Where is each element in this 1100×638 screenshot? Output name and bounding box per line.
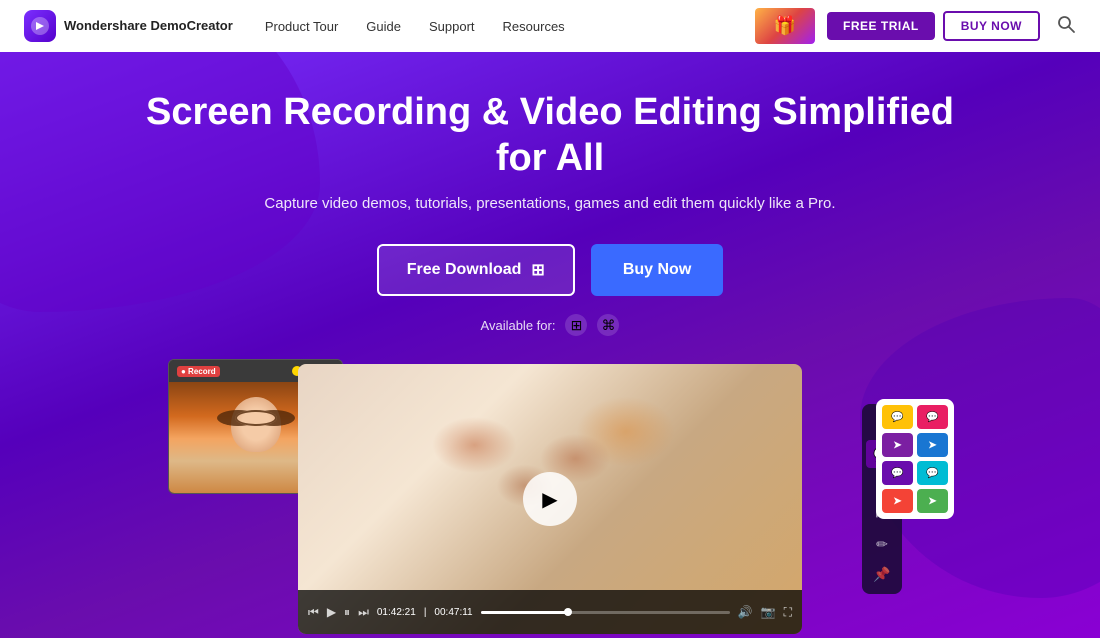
fullscreen-icon[interactable]: ⛶ — [784, 605, 792, 620]
video-progress-fill — [481, 611, 568, 614]
video-time-current: 01:42:21 — [377, 607, 416, 618]
nav-links: Product Tour Guide Support Resources — [265, 19, 755, 34]
free-download-label: Free Download — [407, 261, 522, 279]
video-progress-dot — [564, 608, 572, 616]
hero-headline: Screen Recording & Video Editing Simplif… — [140, 90, 960, 181]
video-time-sep: | — [424, 607, 427, 618]
mac-os-icon: ⌘ — [597, 314, 619, 336]
play-icon[interactable]: ▶ — [327, 605, 336, 619]
brand-name: Wondershare DemoCreator — [64, 18, 233, 34]
pause-icon[interactable]: ⏸ — [344, 605, 350, 620]
video-container: ● Record ▶ ⏮ ▶ ⏸ ⏭ 01:42:21 | 00:47:11 — [298, 364, 802, 634]
hero-subtext: Capture video demos, tutorials, presenta… — [264, 195, 835, 212]
sticker-6[interactable]: 💬 — [917, 461, 948, 485]
fast-forward-icon[interactable]: ⏭ — [358, 605, 369, 620]
brand-logo[interactable]: Wondershare DemoCreator — [24, 10, 233, 42]
available-label: Available for: — [481, 318, 556, 333]
video-player[interactable]: ▶ ⏮ ▶ ⏸ ⏭ 01:42:21 | 00:47:11 🔊 📷 ⛶ — [298, 364, 802, 634]
free-trial-button[interactable]: FREE TRIAL — [827, 12, 935, 40]
free-download-button[interactable]: Free Download ⊞ — [377, 244, 575, 296]
pen-tool[interactable]: ✏ — [866, 530, 898, 558]
sticker-panel: 💬 💬 ➤ ➤ 💬 💬 ➤ ➤ — [876, 399, 954, 519]
buy-now-nav-button[interactable]: BUY NOW — [943, 11, 1040, 41]
buy-now-hero-button[interactable]: Buy Now — [591, 244, 723, 296]
windows-logo-icon: ⊞ — [531, 260, 544, 280]
sticker-4[interactable]: ➤ — [917, 433, 948, 457]
sticker-5[interactable]: 💬 — [882, 461, 913, 485]
video-controls: ⏮ ▶ ⏸ ⏭ 01:42:21 | 00:47:11 🔊 📷 ⛶ — [298, 590, 802, 634]
volume-icon[interactable]: 🔊 — [738, 605, 753, 619]
navbar: Wondershare DemoCreator Product Tour Gui… — [0, 0, 1100, 52]
hero-buttons: Free Download ⊞ Buy Now — [377, 244, 724, 296]
pin-tool[interactable]: 📌 — [866, 560, 898, 588]
rec-badge: ● Record — [177, 366, 220, 377]
search-icon[interactable] — [1056, 14, 1076, 39]
rewind-icon[interactable]: ⏮ — [308, 605, 319, 620]
sticker-8[interactable]: ➤ — [917, 489, 948, 513]
promo-banner[interactable] — [755, 8, 815, 44]
video-time-total: 00:47:11 — [434, 607, 472, 618]
nav-guide[interactable]: Guide — [366, 19, 401, 34]
sticker-2[interactable]: 💬 — [917, 405, 948, 429]
windows-os-icon: ⊞ — [565, 314, 587, 336]
sticker-7[interactable]: ➤ — [882, 489, 913, 513]
logo-icon — [24, 10, 56, 42]
available-for: Available for: ⊞ ⌘ — [481, 314, 620, 336]
nav-support[interactable]: Support — [429, 19, 475, 34]
play-button[interactable]: ▶ — [523, 472, 577, 526]
video-progress-bar[interactable] — [481, 611, 730, 614]
nav-resources[interactable]: Resources — [503, 19, 565, 34]
sticker-3[interactable]: ➤ — [882, 433, 913, 457]
hero-section: Screen Recording & Video Editing Simplif… — [0, 52, 1100, 638]
screenshot-icon[interactable]: 📷 — [761, 605, 776, 619]
nav-product-tour[interactable]: Product Tour — [265, 19, 338, 34]
sticker-1[interactable]: 💬 — [882, 405, 913, 429]
